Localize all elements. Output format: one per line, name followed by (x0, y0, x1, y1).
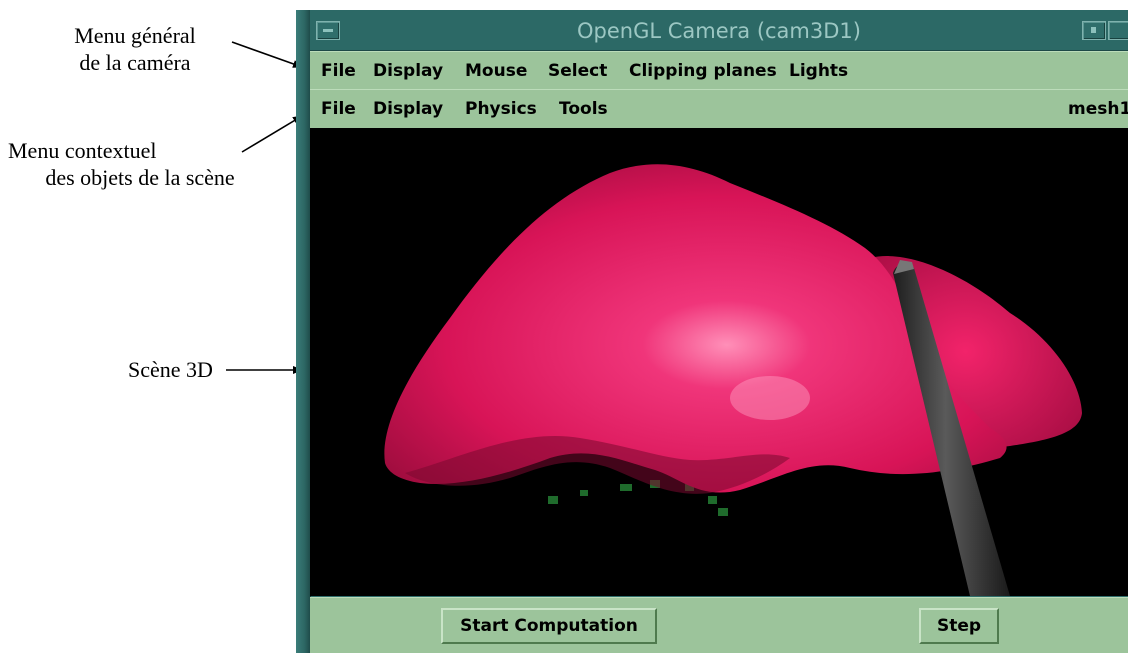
annotation-menu-general-line1: Menu général (74, 23, 196, 48)
annotation-scene-3d: Scène 3D (128, 357, 213, 382)
camera-window: OpenGL Camera (cam3D1) File Display Mous… (296, 10, 1128, 653)
annotation-menu-general-line2: de la caméra (79, 50, 191, 75)
window-title: OpenGL Camera (cam3D1) (577, 19, 861, 43)
title-bar[interactable]: OpenGL Camera (cam3D1) (310, 10, 1128, 51)
menu-mouse[interactable]: Mouse (465, 61, 527, 81)
mesh-specular-highlight (730, 376, 810, 420)
annotation-menu-contextuel-line1: Menu contextuel (8, 138, 157, 163)
window-left-border[interactable] (296, 10, 311, 653)
arrow-menu-general (231, 41, 303, 68)
minimize-button[interactable] (1082, 21, 1106, 40)
annotation-menu-contextuel: Menu contextuel des objets de la scène (4, 137, 276, 191)
menu-lights[interactable]: Lights (789, 61, 848, 81)
context-menu-file[interactable]: File (321, 99, 356, 119)
menu-file[interactable]: File (321, 61, 356, 81)
menu-clipping-planes[interactable]: Clipping planes (629, 61, 777, 81)
context-menu-tools[interactable]: Tools (559, 99, 608, 119)
computation-controls: Start Computation Step (310, 597, 1128, 653)
context-menu-display[interactable]: Display (373, 99, 443, 119)
menu-select[interactable]: Select (548, 61, 607, 81)
step-button[interactable]: Step (919, 608, 999, 644)
start-computation-button[interactable]: Start Computation (441, 608, 657, 644)
object-context-menu: File Display Physics Tools mesh1 (310, 89, 1128, 129)
maximize-button[interactable] (1108, 21, 1128, 40)
annotation-menu-general: Menu général de la caméra (50, 22, 220, 76)
scene-3d-render (384, 164, 1082, 596)
selected-object-name: mesh1 (1068, 99, 1128, 119)
scene-3d-viewport[interactable] (310, 128, 1128, 596)
context-menu-physics[interactable]: Physics (465, 99, 537, 119)
minimize-icon (1091, 27, 1096, 33)
annotation-menu-contextuel-line2: des objets de la scène (45, 165, 235, 190)
menu-display[interactable]: Display (373, 61, 443, 81)
camera-main-menu: File Display Mouse Select Clipping plane… (310, 51, 1128, 91)
